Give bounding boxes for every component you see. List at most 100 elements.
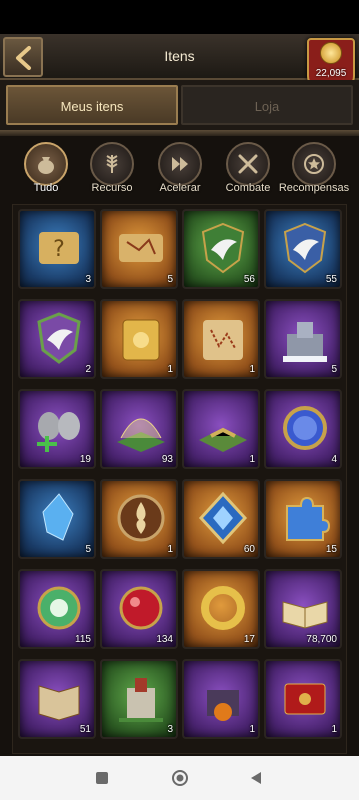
category-bubble xyxy=(24,142,68,186)
mystery-scroll-icon: ? xyxy=(39,232,79,264)
item-quantity: 134 xyxy=(156,634,173,645)
gold-amount: 22,095 xyxy=(315,68,347,79)
soldier-helmets-icon xyxy=(37,412,80,452)
blue-crystal-icon xyxy=(42,493,74,541)
open-book-laurel-icon xyxy=(282,601,328,629)
home-button[interactable] xyxy=(170,768,190,788)
item-slot-peace-dove-shield-purple[interactable]: 2 xyxy=(18,299,96,379)
category-combat[interactable]: Combate xyxy=(216,142,280,198)
item-quantity: 15 xyxy=(325,544,337,555)
item-slot-domed-field[interactable]: 93 xyxy=(100,389,178,469)
item-quantity: 1 xyxy=(249,364,255,375)
item-quantity: 1 xyxy=(331,724,337,735)
item-slot-castle-tower[interactable]: 3 xyxy=(100,659,178,739)
recents-button[interactable] xyxy=(92,768,112,788)
item-quantity: 1 xyxy=(249,724,255,735)
golden-scroll-card-icon xyxy=(122,319,160,361)
item-quantity: 115 xyxy=(75,634,91,645)
category-label: Combate xyxy=(225,182,271,194)
pumpkin-castle-icon xyxy=(207,690,239,721)
category-all[interactable]: Tudo xyxy=(14,142,78,198)
item-slot-fire-emblem-coin[interactable]: 1 xyxy=(100,479,178,559)
item-quantity: 3 xyxy=(167,724,173,735)
item-quantity: 5 xyxy=(167,274,173,285)
crossed-swords-icon xyxy=(238,154,258,174)
star-medal-icon xyxy=(304,154,324,174)
green-orb-icon xyxy=(37,586,81,630)
peace-dove-shield-purple-icon xyxy=(37,312,81,364)
item-slot-puzzle-piece[interactable]: 15 xyxy=(264,479,342,559)
item-quantity: 60 xyxy=(243,544,255,555)
category-bubble xyxy=(292,142,336,186)
category-rewards[interactable]: Recompensas xyxy=(279,142,349,198)
item-quantity: 1 xyxy=(167,544,173,555)
item-slot-snow-castle[interactable]: 5 xyxy=(264,299,342,379)
item-slot-farm-plot[interactable]: 1 xyxy=(182,389,260,469)
category-bubble xyxy=(90,142,134,186)
back-arrow-icon xyxy=(16,46,31,70)
item-quantity: 17 xyxy=(243,634,255,645)
item-quantity: 1 xyxy=(249,454,255,465)
item-slot-peace-dove-shield-blue[interactable]: 55 xyxy=(264,209,342,289)
gold-coin-icon xyxy=(320,42,342,64)
item-quantity: 51 xyxy=(79,724,91,735)
svg-text:?: ? xyxy=(53,237,65,262)
item-slot-open-book-laurel[interactable]: 78,700 xyxy=(264,569,342,649)
item-slot-map-scroll[interactable]: 5 xyxy=(100,209,178,289)
category-label: Recompensas xyxy=(278,182,350,194)
item-slot-peace-dove-shield-green[interactable]: 56 xyxy=(182,209,260,289)
category-label: Recurso xyxy=(91,182,133,194)
red-book-icon xyxy=(38,685,80,721)
item-slot-golden-ring[interactable]: 17 xyxy=(182,569,260,649)
category-speedup[interactable]: Acelerar xyxy=(148,142,212,198)
fire-emblem-coin-icon xyxy=(117,494,165,542)
red-envelope-icon xyxy=(284,683,326,715)
snow-castle-icon xyxy=(283,322,327,362)
item-slot-red-orb[interactable]: 134 xyxy=(100,569,178,649)
item-slot-green-orb[interactable]: 115 xyxy=(18,569,96,649)
item-slot-golden-scroll-card[interactable]: 1 xyxy=(100,299,178,379)
item-quantity: 93 xyxy=(161,454,173,465)
item-slot-pumpkin-castle[interactable]: 1 xyxy=(182,659,260,739)
status-bar xyxy=(0,0,359,34)
item-slot-magic-mirror[interactable]: 4 xyxy=(264,389,342,469)
peace-dove-shield-blue-icon xyxy=(283,222,327,274)
item-slot-soldier-helmets[interactable]: 19 xyxy=(18,389,96,469)
item-slot-blue-crystal[interactable]: 5 xyxy=(18,479,96,559)
item-quantity: 2 xyxy=(85,364,91,375)
header: Itens 22,095 xyxy=(0,34,359,90)
main-tabs: Meus itens Loja xyxy=(0,80,359,132)
domed-field-icon xyxy=(117,418,165,452)
wheat-icon xyxy=(106,155,118,173)
item-slot-red-envelope[interactable]: 1 xyxy=(264,659,342,739)
tab-shop[interactable]: Loja xyxy=(181,85,353,125)
item-quantity: 4 xyxy=(331,454,337,465)
category-label: Acelerar xyxy=(159,182,201,194)
category-label: Tudo xyxy=(33,182,59,194)
golden-ring-icon xyxy=(201,586,245,630)
magic-mirror-icon xyxy=(283,406,327,450)
peace-dove-shield-green-icon xyxy=(201,222,245,274)
category-bubble xyxy=(226,142,270,186)
back-nav-button[interactable] xyxy=(246,768,266,788)
item-slot-treasure-map[interactable]: 1 xyxy=(182,299,260,379)
page-title: Itens xyxy=(164,48,195,64)
category-bubble xyxy=(158,142,202,186)
tab-my-items[interactable]: Meus itens xyxy=(6,85,178,125)
blue-diamond-rune-icon xyxy=(198,491,248,545)
system-nav-bar xyxy=(0,756,359,800)
castle-tower-icon xyxy=(119,678,163,722)
item-quantity: 55 xyxy=(325,274,337,285)
red-orb-icon xyxy=(119,586,163,630)
item-slot-red-book[interactable]: 51 xyxy=(18,659,96,739)
item-quantity: 56 xyxy=(243,274,255,285)
item-quantity: 5 xyxy=(85,544,91,555)
item-slot-blue-diamond-rune[interactable]: 60 xyxy=(182,479,260,559)
item-quantity: 1 xyxy=(167,364,173,375)
item-slot-mystery-scroll[interactable]: ? 3 xyxy=(18,209,96,289)
map-scroll-icon xyxy=(119,234,163,262)
farm-plot-icon xyxy=(199,427,247,452)
category-resource[interactable]: Recurso xyxy=(80,142,144,198)
back-button[interactable] xyxy=(3,37,43,77)
item-quantity: 3 xyxy=(85,274,91,285)
